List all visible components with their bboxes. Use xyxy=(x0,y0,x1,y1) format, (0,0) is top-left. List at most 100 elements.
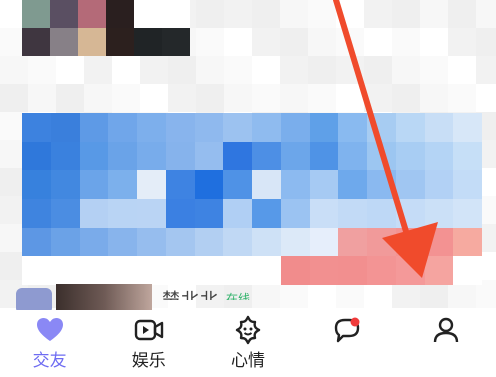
mosaic-tile xyxy=(395,113,425,142)
mosaic-tile xyxy=(280,0,308,28)
mosaic-tile xyxy=(22,113,51,142)
mosaic-tile xyxy=(194,198,224,228)
mosaic-tile xyxy=(50,113,80,142)
mosaic-tile xyxy=(420,28,448,56)
mosaic-tile xyxy=(338,227,367,257)
mosaic-tile xyxy=(448,56,476,84)
mosaic-tile xyxy=(453,170,482,199)
mosaic-tile xyxy=(196,28,224,56)
mosaic-tile xyxy=(364,84,392,112)
mosaic-tile xyxy=(308,28,336,56)
mosaic-tile xyxy=(395,170,425,199)
mosaic-tile xyxy=(168,56,196,84)
mosaic-tile xyxy=(252,198,281,228)
mosaic-tile xyxy=(252,84,280,112)
tab-entertainment[interactable]: 娱乐 xyxy=(99,310,198,377)
mosaic-tile xyxy=(424,141,454,171)
mosaic-tile xyxy=(108,198,137,228)
mosaic-tile xyxy=(112,84,140,112)
mosaic-tile xyxy=(137,256,166,285)
mosaic-tile xyxy=(252,256,281,285)
video-icon xyxy=(134,319,163,341)
mosaic-tile xyxy=(108,113,137,142)
mosaic-tile xyxy=(336,56,364,84)
mosaic-tile xyxy=(108,227,137,257)
mosaic-tile xyxy=(453,256,482,285)
mosaic-tile xyxy=(309,170,339,199)
blurred-banner[interactable] xyxy=(22,113,482,285)
user-name: 楚北北 xyxy=(162,286,219,300)
mosaic-tile xyxy=(140,56,168,84)
mosaic-tile xyxy=(367,113,396,142)
mosaic-tile xyxy=(395,141,425,171)
mosaic-tile xyxy=(395,198,425,228)
mosaic-tile xyxy=(338,113,367,142)
mosaic-tile xyxy=(224,84,252,112)
mosaic-tile xyxy=(165,227,195,257)
mosaic-tile xyxy=(392,84,420,112)
mosaic-tile xyxy=(56,56,84,84)
mosaic-tile xyxy=(424,256,454,285)
mosaic-tile xyxy=(364,0,392,28)
mosaic-tile xyxy=(280,198,310,228)
mosaic-tile xyxy=(448,0,476,28)
mosaic-tile xyxy=(252,170,281,199)
mosaic-tile xyxy=(137,170,166,199)
mosaic-tile xyxy=(223,170,252,199)
mosaic-tile xyxy=(364,28,392,56)
mosaic-tile xyxy=(364,56,392,84)
mosaic-tile xyxy=(367,170,396,199)
mosaic-tile xyxy=(453,198,482,228)
mosaic-tile xyxy=(280,28,308,56)
mosaic-tile xyxy=(223,113,252,142)
mosaic-tile xyxy=(367,227,396,257)
mosaic-tile xyxy=(223,256,252,285)
mosaic-tile xyxy=(338,141,367,171)
mosaic-tile xyxy=(165,198,195,228)
mosaic-tile xyxy=(165,256,195,285)
mosaic-tile xyxy=(194,227,224,257)
profile-icon xyxy=(434,317,459,343)
mosaic-tile xyxy=(392,28,420,56)
mosaic-tile xyxy=(338,198,367,228)
mosaic-tile xyxy=(223,141,252,171)
mosaic-tile xyxy=(84,84,112,112)
mosaic-tile xyxy=(137,141,166,171)
mosaic-tile xyxy=(168,84,196,112)
mosaic-tile xyxy=(420,56,448,84)
mosaic-tile xyxy=(79,141,109,171)
blurred-avatar-thumbnail[interactable] xyxy=(22,0,194,56)
mosaic-tile xyxy=(137,227,166,257)
mosaic-tile xyxy=(194,170,224,199)
tab-messages[interactable] xyxy=(298,310,397,377)
mosaic-tile xyxy=(280,141,310,171)
mosaic-tile xyxy=(50,141,80,171)
mosaic-tile xyxy=(476,28,496,56)
mosaic-tile xyxy=(0,84,28,112)
mosaic-tile xyxy=(280,113,310,142)
mosaic-tile xyxy=(137,113,166,142)
mosaic-tile xyxy=(309,141,339,171)
mosaic-tile xyxy=(309,256,339,285)
mosaic-tile xyxy=(196,56,224,84)
mosaic-tile xyxy=(448,84,476,112)
mosaic-tile xyxy=(22,227,51,257)
mosaic-tile xyxy=(308,84,336,112)
mosaic-tile xyxy=(280,227,310,257)
mosaic-tile xyxy=(476,0,496,28)
mood-star-icon xyxy=(235,315,261,345)
mosaic-tile xyxy=(453,227,482,257)
tab-profile[interactable] xyxy=(397,310,496,377)
mosaic-tile xyxy=(50,256,80,285)
mosaic-tile xyxy=(0,56,28,84)
mosaic-tile xyxy=(79,113,109,142)
tab-friends[interactable]: 交友 xyxy=(0,310,99,377)
mosaic-tile xyxy=(194,113,224,142)
mosaic-tile xyxy=(22,256,51,285)
mosaic-tile xyxy=(196,84,224,112)
mosaic-tile xyxy=(224,0,252,28)
mosaic-tile xyxy=(336,84,364,112)
mosaic-tile xyxy=(392,56,420,84)
mosaic-tile xyxy=(140,84,168,112)
tab-mood[interactable]: 心情 xyxy=(198,310,297,377)
